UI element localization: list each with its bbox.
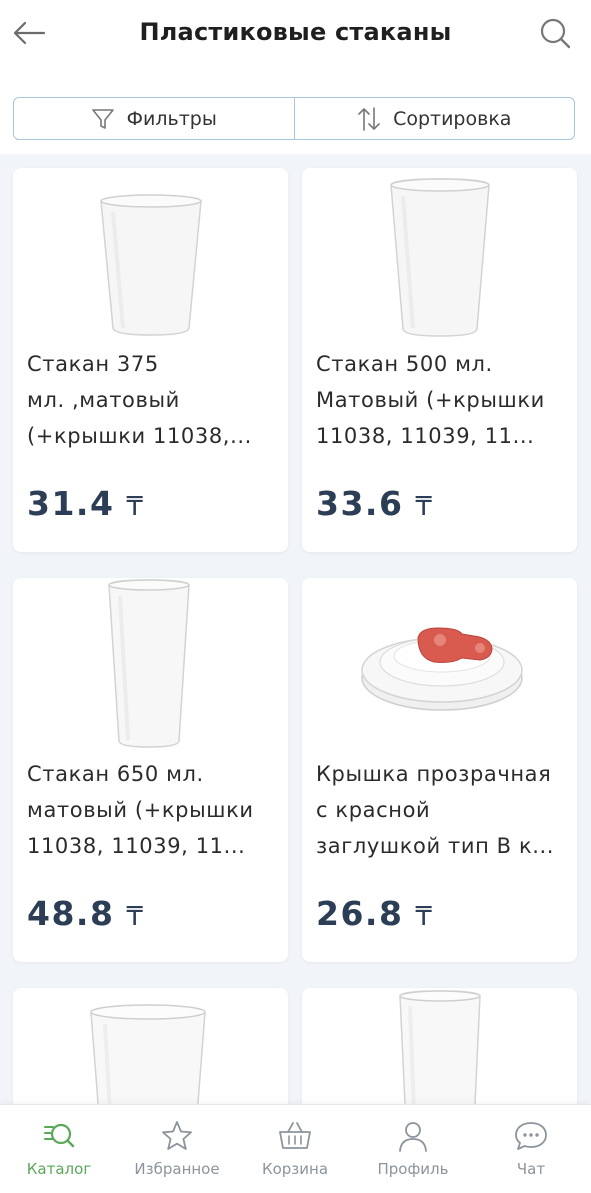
filters-label: Фильтры <box>126 107 217 130</box>
tab-label: Профиль <box>377 1160 449 1178</box>
tab-label: Корзина <box>261 1160 329 1178</box>
sort-button[interactable]: Сортировка <box>293 98 575 139</box>
filters-button[interactable]: Фильтры <box>14 98 294 139</box>
currency-sign: ₸ <box>415 492 434 522</box>
bottom-tab-bar: Каталог Избранное Корзина Профиль Чат <box>0 1104 591 1193</box>
page-title: Пластиковые стаканы <box>139 18 452 46</box>
catalog-search-icon <box>44 1123 75 1148</box>
product-name: Стакан 500 мл. Матовый (+крышки 11038, 1… <box>316 352 545 448</box>
profile-icon <box>399 1122 427 1152</box>
product-card[interactable]: Крышка прозрачная с красной заглушкой ти… <box>302 578 577 962</box>
product-card[interactable]: Стакан 500 мл. Матовый (+крышки 11038, 1… <box>302 168 577 552</box>
tab-profile[interactable]: Профиль <box>354 1105 472 1193</box>
chat-icon <box>515 1122 547 1150</box>
tab-favorites[interactable]: Избранное <box>118 1105 236 1193</box>
frosted-cup-image <box>100 194 202 336</box>
star-icon <box>162 1121 192 1150</box>
currency-sign: ₸ <box>126 492 145 522</box>
product-card[interactable]: Стакан 650 мл. матовый (+крышки 11038, 1… <box>13 578 288 962</box>
filter-funnel-icon <box>91 108 114 129</box>
search-button[interactable] <box>536 16 574 50</box>
basket-icon <box>279 1122 311 1149</box>
tab-label: Избранное <box>134 1160 220 1178</box>
lid-with-red-plug-image <box>361 627 523 711</box>
price-value: 48.8 <box>27 894 115 933</box>
product-price: 26.8 ₸ <box>316 894 433 933</box>
currency-sign: ₸ <box>126 902 145 932</box>
filter-sort-bar: Фильтры Сортировка <box>13 97 575 140</box>
price-value: 31.4 <box>27 484 115 523</box>
product-price: 48.8 ₸ <box>27 894 144 933</box>
tab-catalog[interactable]: Каталог <box>0 1105 118 1193</box>
search-icon <box>540 18 571 49</box>
product-name: Крышка прозрачная с красной заглушкой ти… <box>316 762 555 858</box>
product-price: 31.4 ₸ <box>27 484 144 523</box>
currency-sign: ₸ <box>415 902 434 932</box>
sort-label: Сортировка <box>393 107 512 130</box>
product-card[interactable]: Стакан 375 мл. ,матовый (+крышки 11038,.… <box>13 168 288 552</box>
tab-chat[interactable]: Чат <box>472 1105 590 1193</box>
product-name: Стакан 650 мл. матовый (+крышки 11038, 1… <box>27 762 254 858</box>
product-name: Стакан 375 мл. ,матовый (+крышки 11038,.… <box>27 352 252 448</box>
price-value: 33.6 <box>316 484 404 523</box>
price-value: 26.8 <box>316 894 404 933</box>
tab-label: Чат <box>516 1160 546 1178</box>
product-price: 33.6 ₸ <box>316 484 433 523</box>
frosted-cup-image <box>390 178 490 337</box>
top-bar: Пластиковые стаканы <box>0 0 591 84</box>
tab-label: Каталог <box>26 1160 92 1178</box>
tab-cart[interactable]: Корзина <box>236 1105 354 1193</box>
sort-arrows-icon <box>358 106 380 131</box>
tall-frosted-cup-image <box>108 579 190 748</box>
